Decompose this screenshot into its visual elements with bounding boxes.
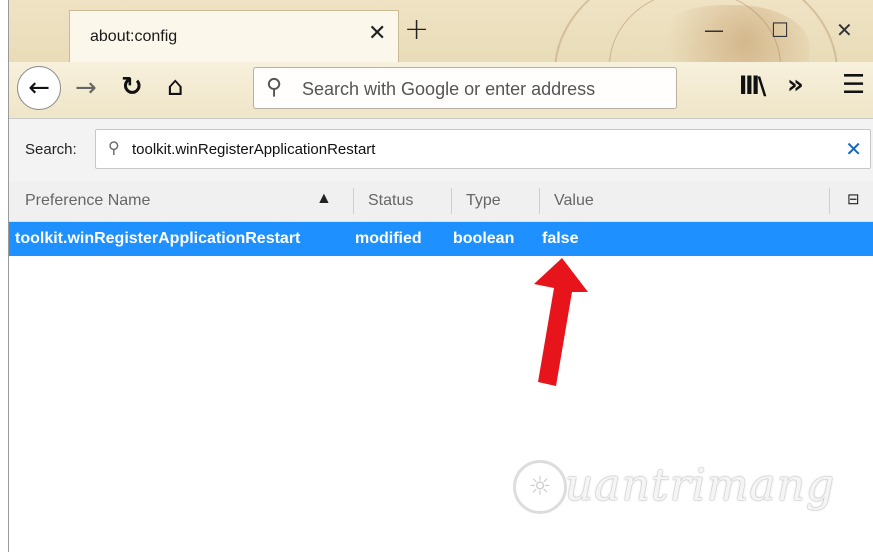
lightbulb-icon: ☼ [513, 460, 567, 514]
home-icon[interactable]: ⌂ [167, 72, 184, 102]
watermark-text: uantrimang [565, 460, 836, 511]
column-divider[interactable] [829, 188, 830, 214]
tab-about-config[interactable]: about:config ✕ [69, 10, 399, 62]
search-icon: ⚲ [266, 75, 283, 100]
watermark-logo: ☼ uantrimang [505, 452, 835, 526]
sort-ascending-icon: ▲ [316, 190, 332, 207]
column-divider[interactable] [539, 188, 540, 214]
search-value: toolkit.winRegisterApplicationRestart [132, 141, 376, 158]
overflow-chevron-icon[interactable]: » [787, 70, 804, 100]
preference-status: modified [355, 230, 422, 247]
table-row[interactable]: toolkit.winRegisterApplicationRestart mo… [9, 222, 873, 256]
address-bar[interactable]: ⚲ Search with Google or enter address [253, 67, 677, 109]
table-header: Preference Name ▲ Status Type Value ⊟ [9, 181, 873, 222]
column-header-value[interactable]: Value [554, 192, 594, 210]
preference-type: boolean [453, 230, 515, 247]
clear-icon[interactable]: ✕ [845, 137, 862, 161]
plus-icon[interactable]: + [404, 12, 429, 47]
hamburger-menu-icon[interactable]: ☰ [842, 70, 865, 100]
library-icon[interactable]: lll\ [739, 72, 766, 100]
close-icon[interactable]: ✕ [836, 18, 853, 42]
minimize-icon[interactable]: — [704, 18, 724, 42]
reload-icon[interactable]: ↻ [121, 72, 143, 102]
red-arrow-annotation [534, 258, 588, 386]
browser-chrome: about:config ✕ + — ☐ ✕ ← → ↻ ⌂ ⚲ Search … [9, 0, 873, 118]
close-icon[interactable]: ✕ [368, 21, 386, 46]
preference-value: false [542, 230, 579, 247]
back-arrow-icon[interactable]: ← [17, 66, 61, 110]
maximize-icon[interactable]: ☐ [771, 18, 789, 42]
column-picker-icon[interactable]: ⊟ [847, 190, 860, 208]
search-label: Search: [25, 141, 77, 158]
column-header-status[interactable]: Status [368, 192, 413, 210]
column-divider[interactable] [353, 188, 354, 214]
preference-name: toolkit.winRegisterApplicationRestart [15, 230, 301, 247]
address-placeholder: Search with Google or enter address [302, 79, 596, 99]
column-header-name[interactable]: Preference Name [25, 192, 150, 210]
tab-title: about:config [90, 28, 178, 45]
search-icon: ⚲ [108, 138, 120, 157]
column-header-type[interactable]: Type [466, 192, 501, 210]
search-input[interactable]: ⚲ toolkit.winRegisterApplicationRestart … [95, 129, 871, 169]
forward-arrow-icon[interactable]: → [75, 73, 97, 103]
navigation-toolbar: ← → ↻ ⌂ ⚲ Search with Google or enter ad… [9, 62, 873, 118]
column-divider[interactable] [451, 188, 452, 214]
search-row: Search: ⚲ toolkit.winRegisterApplication… [9, 119, 873, 181]
